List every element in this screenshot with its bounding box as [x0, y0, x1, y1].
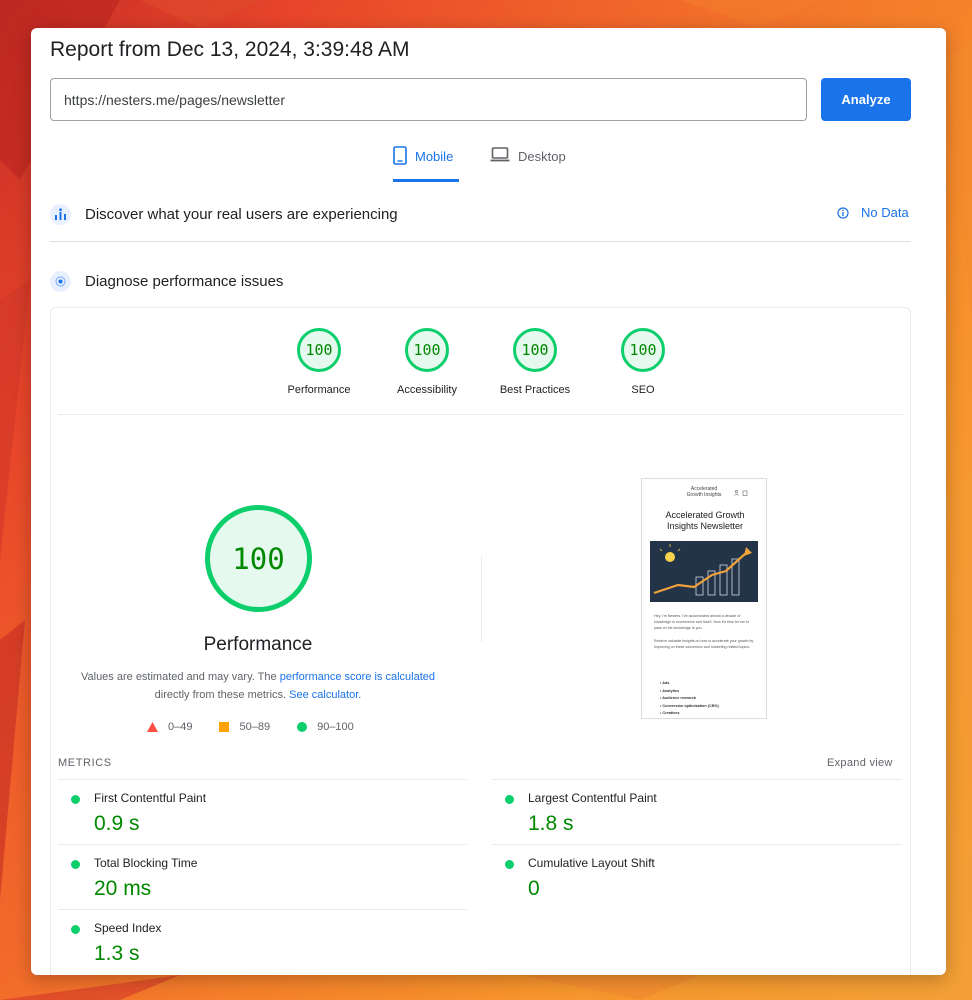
pass-circle-icon	[71, 925, 80, 934]
no-data-label: No Data	[861, 205, 909, 220]
performance-title: Performance	[203, 634, 313, 655]
score-legend: 0–49 50–89 90–100	[147, 721, 381, 733]
score-value: 100	[297, 328, 341, 372]
score-label: Accessibility	[397, 384, 457, 396]
lighthouse-report-panel: 100 Performance 100 Accessibility 100 Be…	[50, 307, 911, 975]
score-gauge-best-practices[interactable]: 100 Best Practices	[480, 328, 590, 396]
metric-name: First Contentful Paint	[94, 791, 207, 805]
growth-chart-image	[650, 541, 758, 602]
scores-divider	[58, 414, 903, 415]
metric-value: 20 ms	[94, 877, 152, 900]
user-icon	[734, 490, 748, 496]
lighthouse-icon	[50, 271, 71, 292]
score-label: SEO	[631, 384, 655, 396]
no-data-link[interactable]: No Data	[837, 205, 909, 220]
performance-note: Values are estimated and may vary. The p…	[71, 668, 445, 704]
metric-largest-contentful-paint: Largest Contentful Paint 1.8 s	[492, 779, 901, 845]
tab-desktop[interactable]: Desktop	[490, 146, 566, 182]
list-item: • Analytics	[660, 688, 680, 693]
screenshot-title: Accelerated Growth Insights Newsletter	[665, 510, 745, 531]
tab-mobile-label: Mobile	[415, 149, 454, 164]
screenshot-paragraphs: Hey, I'm Nesters. I've accumulated almos…	[654, 613, 754, 650]
field-data-title: Discover what your real users are experi…	[85, 206, 398, 223]
diagnose-section: Diagnose performance issues	[50, 271, 283, 292]
legend-range: 50–89	[239, 721, 271, 733]
metric-value: 0	[528, 877, 540, 900]
legend-range: 0–49	[168, 721, 193, 733]
tab-mobile[interactable]: Mobile	[393, 146, 459, 182]
info-icon	[837, 206, 849, 219]
legend-fail: 0–49	[147, 721, 192, 733]
metric-value: 0.9 s	[94, 812, 140, 835]
metric-name: Total Blocking Time	[94, 856, 198, 870]
performance-gauge: 100	[205, 505, 312, 612]
list-item: • Creatives	[660, 711, 680, 716]
tab-desktop-label: Desktop	[518, 149, 566, 164]
pass-circle-icon	[71, 860, 80, 869]
field-data-section: Discover what your real users are experi…	[50, 204, 398, 225]
section-divider	[50, 241, 911, 242]
metric-speed-index: Speed Index 1.3 s	[58, 909, 467, 975]
diagnose-title: Diagnose performance issues	[85, 273, 284, 290]
circle-icon	[297, 722, 308, 732]
score-label: Best Practices	[499, 384, 571, 396]
expand-view-toggle[interactable]: Expand view	[827, 757, 893, 769]
see-calculator-link[interactable]: See calculator.	[289, 689, 361, 701]
score-value: 100	[621, 328, 665, 372]
score-gauge-seo[interactable]: 100 SEO	[588, 328, 698, 396]
screenshot-paragraph: Hey, I'm Nesters. I've accumulated almos…	[654, 614, 749, 631]
metric-name: Cumulative Layout Shift	[528, 856, 655, 870]
score-gauge-performance[interactable]: 100 Performance	[264, 328, 374, 396]
score-label: Performance	[287, 384, 351, 396]
laptop-icon	[490, 147, 510, 162]
vertical-separator	[481, 556, 482, 642]
screenshot-topic-list: • Ads • Analytics • Audience research • …	[660, 680, 719, 718]
metric-value: 1.3 s	[94, 942, 140, 965]
score-gauge-accessibility[interactable]: 100 Accessibility	[372, 328, 482, 396]
legend-average: 50–89	[219, 721, 270, 733]
note-text: directly from these metrics.	[154, 689, 290, 701]
list-item: • Conversion optimization (CRO)	[660, 703, 719, 708]
list-item: • Ads	[660, 681, 670, 685]
final-screenshot[interactable]: Accelerated Growth Insights Accelerated …	[641, 478, 767, 719]
pass-circle-icon	[71, 795, 80, 804]
screenshot-paragraph: Receive valuable insights on how to acce…	[654, 638, 754, 649]
metric-first-contentful-paint: First Contentful Paint 0.9 s	[58, 779, 467, 845]
metric-name: Largest Contentful Paint	[528, 791, 657, 805]
users-chart-icon	[50, 204, 71, 225]
url-input[interactable]	[50, 78, 807, 121]
legend-pass: 90–100	[297, 721, 354, 733]
note-text: Values are estimated and may vary. The	[80, 671, 280, 683]
score-value: 100	[513, 328, 557, 372]
metric-value: 1.8 s	[528, 812, 574, 835]
performance-score-link[interactable]: performance score is calculated	[280, 671, 435, 683]
score-value: 100	[405, 328, 449, 372]
metric-total-blocking-time: Total Blocking Time 20 ms	[58, 844, 467, 910]
metric-name: Speed Index	[94, 921, 162, 935]
legend-range: 90–100	[317, 721, 354, 733]
pass-circle-icon	[505, 860, 514, 869]
screenshot-header-icons	[734, 490, 748, 498]
metrics-heading: METRICS	[58, 757, 112, 769]
triangle-icon	[147, 722, 158, 732]
report-card: Report from Dec 13, 2024, 3:39:48 AM Ana…	[31, 28, 946, 975]
analyze-button[interactable]: Analyze	[821, 78, 911, 121]
report-title: Report from Dec 13, 2024, 3:39:48 AM	[50, 38, 410, 61]
pass-circle-icon	[505, 795, 514, 804]
square-icon	[219, 722, 230, 732]
list-item: • Audience research	[660, 696, 697, 701]
metric-cumulative-layout-shift: Cumulative Layout Shift 0	[492, 844, 901, 910]
smartphone-icon	[393, 146, 407, 165]
